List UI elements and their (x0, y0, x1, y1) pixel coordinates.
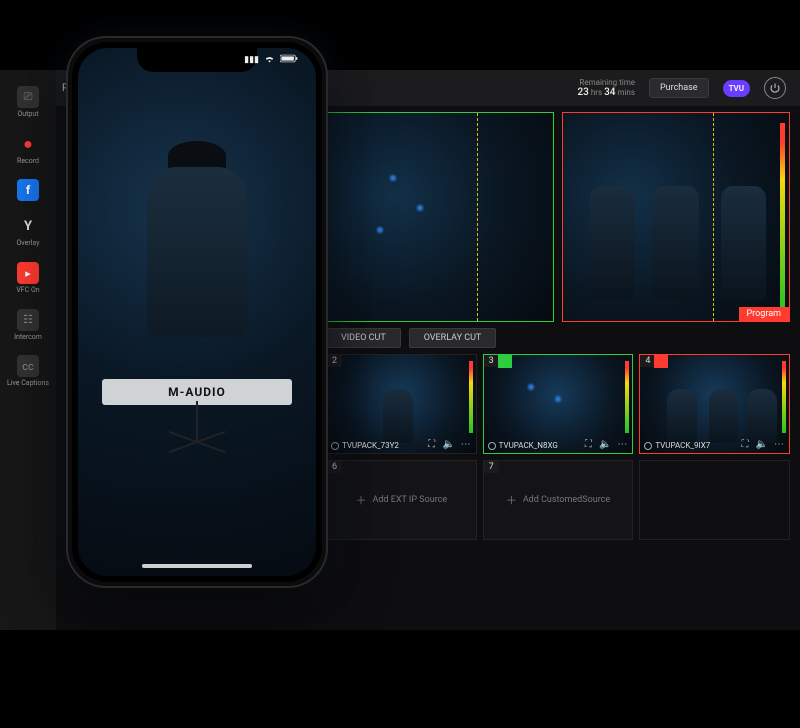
source-2-name: TVUPACK_73Y2 (331, 441, 399, 450)
preview-panel[interactable] (326, 112, 554, 322)
rail-label-overlay: Overlay (0, 240, 56, 248)
facebook-icon: f (17, 179, 39, 201)
overlay-cut-button[interactable]: OVERLAY CUT (409, 328, 497, 348)
rail-item-intercom[interactable]: ☷ Intercom (0, 309, 56, 342)
y-icon: Y (17, 215, 39, 237)
intercom-icon: ☷ (17, 309, 39, 331)
program-tag: Program (739, 307, 790, 321)
vu-meter (469, 361, 473, 433)
remaining-hrs: 23 (578, 87, 589, 98)
speaker-icon[interactable]: 🔈 (756, 438, 768, 450)
preview-program-row: Program (326, 112, 790, 322)
expand-icon[interactable]: ⛶ (739, 438, 751, 450)
expand-icon[interactable]: ⛶ (426, 438, 438, 450)
brand-badge[interactable]: TVU (723, 80, 750, 97)
source-slot-blank (639, 460, 790, 540)
captions-icon: cc (17, 355, 39, 377)
source-6-number: 6 (327, 461, 342, 473)
rail-label-intercom: Intercom (0, 334, 56, 342)
source-slot-6[interactable]: 6 ＋ Add EXT IP Source (326, 460, 477, 540)
vu-meter (780, 123, 785, 311)
video-cut-button[interactable]: VIDEO CUT (326, 328, 401, 348)
source-3-live-indicator (498, 355, 512, 368)
rail-label-output: Output (0, 111, 56, 119)
phone-bezel: M-AUDIO ▮▮▮ (72, 42, 322, 582)
more-icon[interactable]: ⋯ (460, 438, 472, 450)
remaining-hrs-unit: hrs (591, 88, 602, 97)
battery-icon (280, 54, 298, 66)
program-video (563, 113, 789, 321)
phone-screen: M-AUDIO (78, 48, 316, 576)
plus-icon: ＋ (506, 492, 517, 508)
record-icon: ● (17, 133, 39, 155)
left-rail: ⎚ Output ● Record f Y Overlay ▸ VFC On ☷… (0, 70, 56, 630)
source-6-label: Add EXT IP Source (372, 495, 447, 505)
rail-item-output[interactable]: ⎚ Output (0, 86, 56, 119)
phone-notch (137, 48, 257, 72)
speaker-icon[interactable]: 🔈 (599, 438, 611, 450)
remaining-caption: Remaining time (578, 78, 635, 87)
source-4-name: TVUPACK_9IX7 (644, 441, 710, 450)
remaining-mins-unit: mins (617, 88, 635, 97)
source-grid: 2 TVUPACK_73Y2 ⛶ 🔈 ⋯ 3 TVUPACK_N8XG ⛶ 🔈 (326, 354, 790, 540)
power-icon (769, 82, 781, 94)
output-icon: ⎚ (17, 86, 39, 108)
source-slot-3[interactable]: 3 TVUPACK_N8XG ⛶ 🔈 ⋯ (483, 354, 634, 454)
program-panel[interactable]: Program (562, 112, 790, 322)
source-7-label: Add CustomedSource (523, 495, 610, 505)
source-4-live-indicator (654, 355, 668, 368)
vu-meter (782, 361, 786, 433)
remaining-time: Remaining time 23 hrs 34 mins (578, 78, 635, 99)
source-slot-7[interactable]: 7 ＋ Add CustomedSource (483, 460, 634, 540)
cut-bar: VIDEO CUT OVERLAY CUT (326, 328, 790, 348)
rail-label-record: Record (0, 158, 56, 166)
musician-illustration: M-AUDIO (122, 141, 272, 441)
home-indicator (142, 564, 252, 568)
source-slot-2[interactable]: 2 TVUPACK_73Y2 ⛶ 🔈 ⋯ (326, 354, 477, 454)
more-icon[interactable]: ⋯ (773, 438, 785, 450)
wifi-icon (264, 54, 275, 66)
rail-label-captions: Live Captions (0, 380, 56, 388)
expand-icon[interactable]: ⛶ (582, 438, 594, 450)
rail-item-captions[interactable]: cc Live Captions (0, 355, 56, 388)
rail-item-y[interactable]: Y Overlay (0, 215, 56, 248)
source-3-tools: ⛶ 🔈 ⋯ (582, 438, 628, 450)
source-3-number: 3 (484, 355, 499, 367)
phone-mockup: M-AUDIO ▮▮▮ (66, 36, 328, 588)
source-2-number: 2 (327, 355, 342, 367)
vu-meter (625, 361, 629, 433)
source-3-name: TVUPACK_N8XG (488, 441, 558, 450)
rail-label-vfc: VFC On (0, 287, 56, 295)
preview-video (327, 113, 553, 321)
phone-status-bar: ▮▮▮ (244, 54, 298, 66)
power-button[interactable] (764, 77, 786, 99)
signal-icon: ▮▮▮ (244, 55, 259, 65)
source-7-number: 7 (484, 461, 499, 473)
more-icon[interactable]: ⋯ (616, 438, 628, 450)
rail-item-record[interactable]: ● Record (0, 133, 56, 166)
play-icon: ▸ (17, 262, 39, 284)
source-2-tools: ⛶ 🔈 ⋯ (426, 438, 472, 450)
source-4-tools: ⛶ 🔈 ⋯ (739, 438, 785, 450)
purchase-button[interactable]: Purchase (649, 78, 709, 98)
remaining-mins: 34 (604, 87, 615, 98)
plus-icon: ＋ (355, 492, 366, 508)
source-slot-4[interactable]: 4 TVUPACK_9IX7 ⛶ 🔈 ⋯ (639, 354, 790, 454)
rail-item-facebook[interactable]: f (0, 179, 56, 201)
source-4-number: 4 (640, 355, 655, 367)
rail-item-vfc[interactable]: ▸ VFC On (0, 262, 56, 295)
speaker-icon[interactable]: 🔈 (443, 438, 455, 450)
